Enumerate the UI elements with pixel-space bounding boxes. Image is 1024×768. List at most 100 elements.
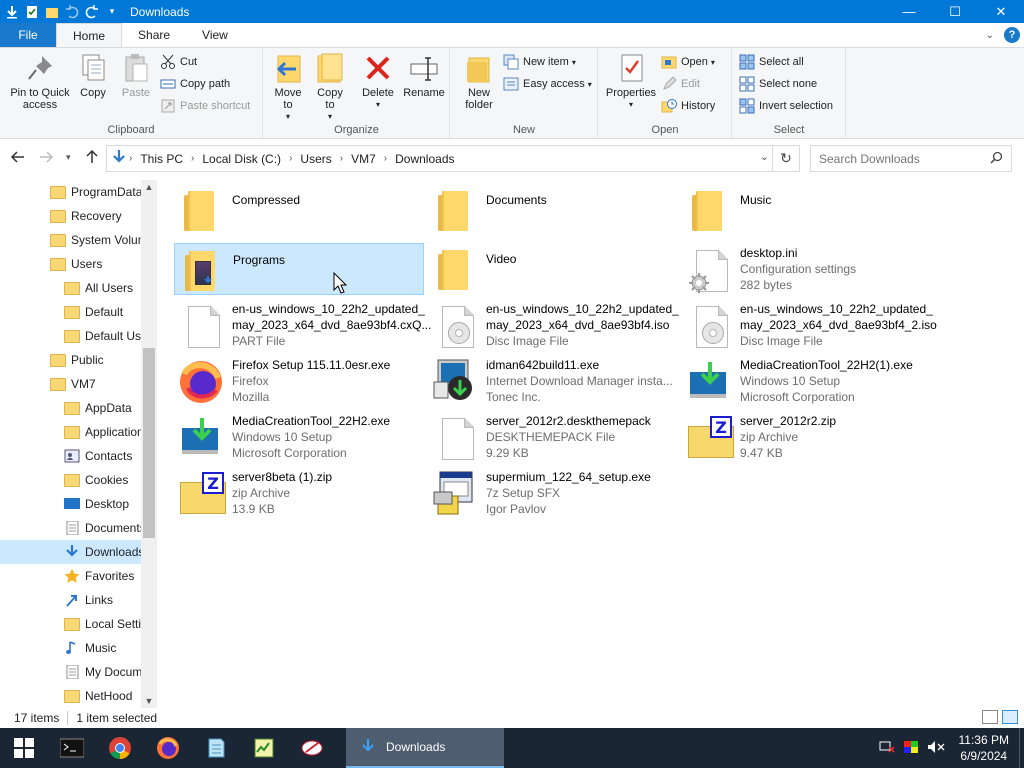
paste-button[interactable]: Paste bbox=[118, 52, 154, 99]
customize-qat-dropdown-icon[interactable]: ▾ bbox=[102, 2, 122, 22]
nav-item-all-users[interactable]: All Users bbox=[0, 276, 141, 300]
nav-item-system-volume-information[interactable]: System Volume Information bbox=[0, 228, 141, 252]
terminal-icon[interactable] bbox=[48, 728, 96, 768]
back-arrow-icon[interactable] bbox=[10, 149, 26, 168]
minimize-button[interactable]: — bbox=[886, 0, 932, 23]
rename-button[interactable]: Rename bbox=[402, 52, 446, 99]
nav-item-links[interactable]: Links bbox=[0, 588, 141, 612]
nav-item-programdata[interactable]: ProgramData bbox=[0, 180, 141, 204]
open-button[interactable]: Open ▾ bbox=[661, 52, 715, 72]
scroll-up-arrow-icon[interactable]: ▲ bbox=[141, 182, 157, 192]
nav-item-music[interactable]: Music bbox=[0, 636, 141, 660]
breadcrumb-this-pc[interactable]: This PC bbox=[134, 152, 189, 166]
taskbar-explorer-downloads[interactable]: Downloads bbox=[346, 728, 504, 768]
task-manager-icon[interactable] bbox=[240, 728, 288, 768]
new-folder-button[interactable]: New folder bbox=[459, 52, 499, 111]
history-button[interactable]: History bbox=[661, 96, 715, 116]
breadcrumb-separator-icon[interactable]: › bbox=[338, 153, 345, 164]
nav-item-default-user[interactable]: Default User bbox=[0, 324, 141, 348]
folder-item[interactable]: Video bbox=[428, 243, 678, 297]
edit-button[interactable]: Edit bbox=[661, 74, 700, 94]
file-item[interactable]: MediaCreationTool_22H2.exe Windows 10 Set… bbox=[174, 411, 424, 465]
breadcrumb-downloads[interactable]: Downloads bbox=[389, 152, 460, 166]
recent-locations-chevron-icon[interactable]: ▾ bbox=[66, 152, 71, 163]
up-arrow-icon[interactable] bbox=[84, 149, 100, 168]
file-item[interactable]: MediaCreationTool_22H2(1).exe Windows 10 … bbox=[682, 355, 932, 409]
nav-item-favorites[interactable]: Favorites bbox=[0, 564, 141, 588]
nav-pane-scrollbar[interactable]: ▲ ▼ bbox=[141, 180, 157, 708]
folder-item[interactable]: Documents bbox=[428, 184, 678, 238]
paste-shortcut-button[interactable]: Paste shortcut bbox=[160, 96, 250, 116]
select-none-button[interactable]: Select none bbox=[739, 74, 817, 94]
new-item-button[interactable]: New item ▾ bbox=[503, 52, 576, 72]
address-history-chevron-icon[interactable]: ⌄ bbox=[760, 150, 769, 163]
new-folder-qat-icon[interactable] bbox=[42, 2, 62, 22]
file-item[interactable]: server_2012r2.deskthemepack DESKTHEMEPACK… bbox=[428, 411, 678, 465]
undo-qat-icon[interactable] bbox=[62, 2, 82, 22]
nav-pane-scroll-thumb[interactable] bbox=[143, 348, 155, 538]
breadcrumb-local-disk[interactable]: Local Disk (C:) bbox=[196, 152, 287, 166]
nav-item-vm7[interactable]: VM7 bbox=[0, 372, 141, 396]
breadcrumb-users[interactable]: Users bbox=[294, 152, 337, 166]
scroll-down-arrow-icon[interactable]: ▼ bbox=[141, 696, 157, 706]
tab-share[interactable]: Share bbox=[122, 23, 186, 47]
nav-item-desktop[interactable]: Desktop bbox=[0, 492, 141, 516]
nav-item-cookies[interactable]: Cookies bbox=[0, 468, 141, 492]
nav-item-documents[interactable]: Documents bbox=[0, 516, 141, 540]
redo-qat-icon[interactable] bbox=[82, 2, 102, 22]
breadcrumb-separator-icon[interactable]: › bbox=[127, 153, 134, 164]
nav-item-downloads[interactable]: Downloads bbox=[0, 540, 141, 564]
breadcrumb-separator-icon[interactable]: › bbox=[382, 153, 389, 164]
expand-ribbon-icon[interactable]: ⌄ bbox=[986, 30, 994, 41]
start-button[interactable] bbox=[0, 728, 48, 768]
move-to-button[interactable]: Move to ▾ bbox=[270, 52, 306, 123]
network-icon[interactable] bbox=[879, 740, 895, 757]
breadcrumb-vm7[interactable]: VM7 bbox=[345, 152, 382, 166]
folder-item[interactable]: Programs bbox=[174, 243, 424, 295]
nav-item-appdata[interactable]: AppData bbox=[0, 396, 141, 420]
file-item[interactable]: Zserver_2012r2.zip zip Archive 9.47 KB bbox=[682, 411, 932, 465]
tab-home[interactable]: Home bbox=[56, 23, 123, 48]
large-icons-view-icon[interactable] bbox=[1002, 710, 1018, 724]
file-item[interactable]: Zserver8beta (1).zip zip Archive 13.9 KB bbox=[174, 467, 424, 521]
nav-item-default[interactable]: Default bbox=[0, 300, 141, 324]
properties-button[interactable]: Properties ▾ bbox=[605, 52, 657, 111]
pin-to-quick-access-button[interactable]: Pin to Quick access bbox=[6, 52, 74, 111]
chrome-icon[interactable] bbox=[96, 728, 144, 768]
file-item[interactable]: en-us_windows_10_22h2_updated_ may_2023_x… bbox=[428, 299, 679, 353]
file-item[interactable]: en-us_windows_10_22h2_updated_ may_2023_x… bbox=[682, 299, 937, 353]
file-item[interactable]: idman642build11.exe Internet Download Man… bbox=[428, 355, 678, 409]
file-item[interactable]: desktop.ini Configuration settings 282 byt… bbox=[682, 243, 932, 297]
properties-qat-icon[interactable] bbox=[22, 2, 42, 22]
tab-view[interactable]: View bbox=[186, 23, 244, 47]
search-icon[interactable] bbox=[990, 151, 1003, 167]
search-box[interactable] bbox=[810, 145, 1012, 172]
display-color-icon[interactable] bbox=[902, 739, 919, 757]
notepad-icon[interactable] bbox=[192, 728, 240, 768]
nav-item-public[interactable]: Public bbox=[0, 348, 141, 372]
breadcrumb-separator-icon[interactable]: › bbox=[287, 153, 294, 164]
search-input[interactable] bbox=[819, 151, 989, 166]
address-bar[interactable]: › This PC › Local Disk (C:) › Users › VM… bbox=[106, 145, 800, 172]
tab-file[interactable]: File bbox=[0, 23, 56, 47]
nav-item-nethood[interactable]: NetHood bbox=[0, 684, 141, 708]
copy-path-button[interactable]: Copy path bbox=[160, 74, 230, 94]
folder-item[interactable]: Music bbox=[682, 184, 932, 238]
forward-arrow-icon[interactable] bbox=[38, 149, 54, 168]
help-icon[interactable]: ? bbox=[1004, 27, 1020, 43]
nav-item-users[interactable]: Users bbox=[0, 252, 141, 276]
refresh-icon[interactable]: ↻ bbox=[772, 146, 799, 171]
cut-button[interactable]: Cut bbox=[160, 52, 197, 72]
volume-muted-icon[interactable] bbox=[927, 740, 945, 757]
snipping-tool-icon[interactable] bbox=[288, 728, 336, 768]
copy-to-button[interactable]: Copy to ▾ bbox=[312, 52, 348, 123]
delete-button[interactable]: Delete ▾ bbox=[360, 52, 396, 111]
show-desktop-button[interactable] bbox=[1019, 728, 1024, 768]
close-button[interactable]: ✕ bbox=[978, 0, 1024, 23]
firefox-icon[interactable] bbox=[144, 728, 192, 768]
copy-button[interactable]: Copy bbox=[76, 52, 110, 99]
folder-item[interactable]: Compressed bbox=[174, 184, 424, 238]
easy-access-button[interactable]: Easy access ▾ bbox=[503, 74, 592, 94]
nav-item-my-documents[interactable]: My Documents bbox=[0, 660, 141, 684]
maximize-button[interactable]: ☐ bbox=[932, 0, 978, 23]
